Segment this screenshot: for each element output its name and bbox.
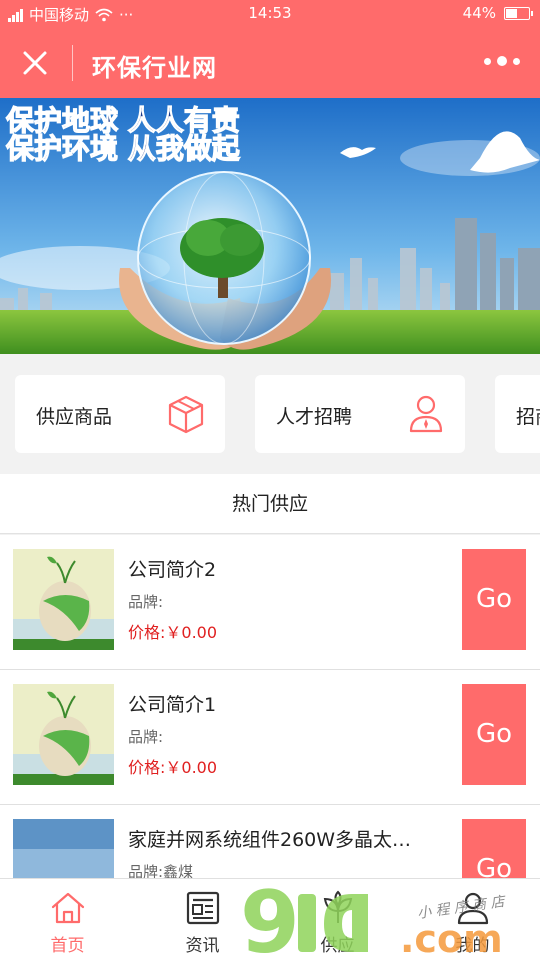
more-menu-icon[interactable] xyxy=(484,56,520,66)
category-card-supply[interactable]: 供应商品 xyxy=(15,375,225,453)
product-name: 家庭并网系统组件260W多晶太… xyxy=(128,829,412,851)
tab-bar: 首页 资讯 供应 我的 xyxy=(0,878,540,960)
tab-supply[interactable]: 供应 xyxy=(270,879,405,960)
page-title: 环保行业网 xyxy=(92,54,217,82)
status-right: 44% xyxy=(462,4,533,22)
product-thumbnail xyxy=(13,684,114,785)
tab-label: 资讯 xyxy=(185,936,220,956)
section-title: 热门供应 xyxy=(0,474,540,534)
battery-icon xyxy=(504,6,533,20)
nav-bar: 环保行业网 xyxy=(0,28,540,98)
banner-slogan-line2: 保护环境 从我做起 xyxy=(6,132,241,165)
product-price: 价格:￥0.00 xyxy=(128,623,218,642)
product-brand: 品牌: xyxy=(128,728,164,746)
category-card-jobs[interactable]: 人才招聘 xyxy=(255,375,465,453)
tab-label: 供应 xyxy=(320,936,355,956)
banner-carousel[interactable]: 保护地球 人人有责 保护环境 从我做起 xyxy=(0,98,540,354)
leaf-icon xyxy=(323,890,352,923)
home-icon xyxy=(51,892,84,924)
news-icon xyxy=(186,891,219,925)
list-item[interactable]: 公司简介2 品牌: 价格:￥0.00 Go xyxy=(0,535,540,670)
person-icon xyxy=(409,395,443,433)
list-item[interactable]: 公司简介1 品牌: 价格:￥0.00 Go xyxy=(0,670,540,805)
status-time: 14:53 xyxy=(248,4,292,22)
category-card-investment[interactable]: 招商 xyxy=(495,375,540,453)
tab-home[interactable]: 首页 xyxy=(0,879,135,960)
banner-image: 保护地球 人人有责 保护环境 从我做起 xyxy=(0,98,540,354)
profile-icon xyxy=(457,892,488,925)
battery-percent: 44% xyxy=(462,4,496,22)
category-row: 供应商品 人才招聘 招商 xyxy=(0,354,540,474)
product-brand: 品牌: xyxy=(128,593,164,611)
tab-label: 我的 xyxy=(455,936,490,956)
close-icon[interactable] xyxy=(18,46,52,80)
go-button[interactable]: Go xyxy=(462,549,526,650)
product-name: 公司简介1 xyxy=(128,694,217,716)
product-name: 公司简介2 xyxy=(128,559,217,581)
category-label: 招商 xyxy=(516,406,540,428)
category-label: 供应商品 xyxy=(36,406,113,428)
tab-label: 首页 xyxy=(50,936,85,956)
nav-divider xyxy=(72,45,73,81)
go-button[interactable]: Go xyxy=(462,684,526,785)
tab-profile[interactable]: 我的 xyxy=(405,879,540,960)
tab-news[interactable]: 资讯 xyxy=(135,879,270,960)
product-thumbnail xyxy=(13,549,114,650)
category-label: 人才招聘 xyxy=(276,406,353,428)
box-icon xyxy=(168,395,204,434)
product-price: 价格:￥0.00 xyxy=(128,758,218,777)
status-bar: 中国移动 ··· 14:53 44% xyxy=(0,0,540,28)
